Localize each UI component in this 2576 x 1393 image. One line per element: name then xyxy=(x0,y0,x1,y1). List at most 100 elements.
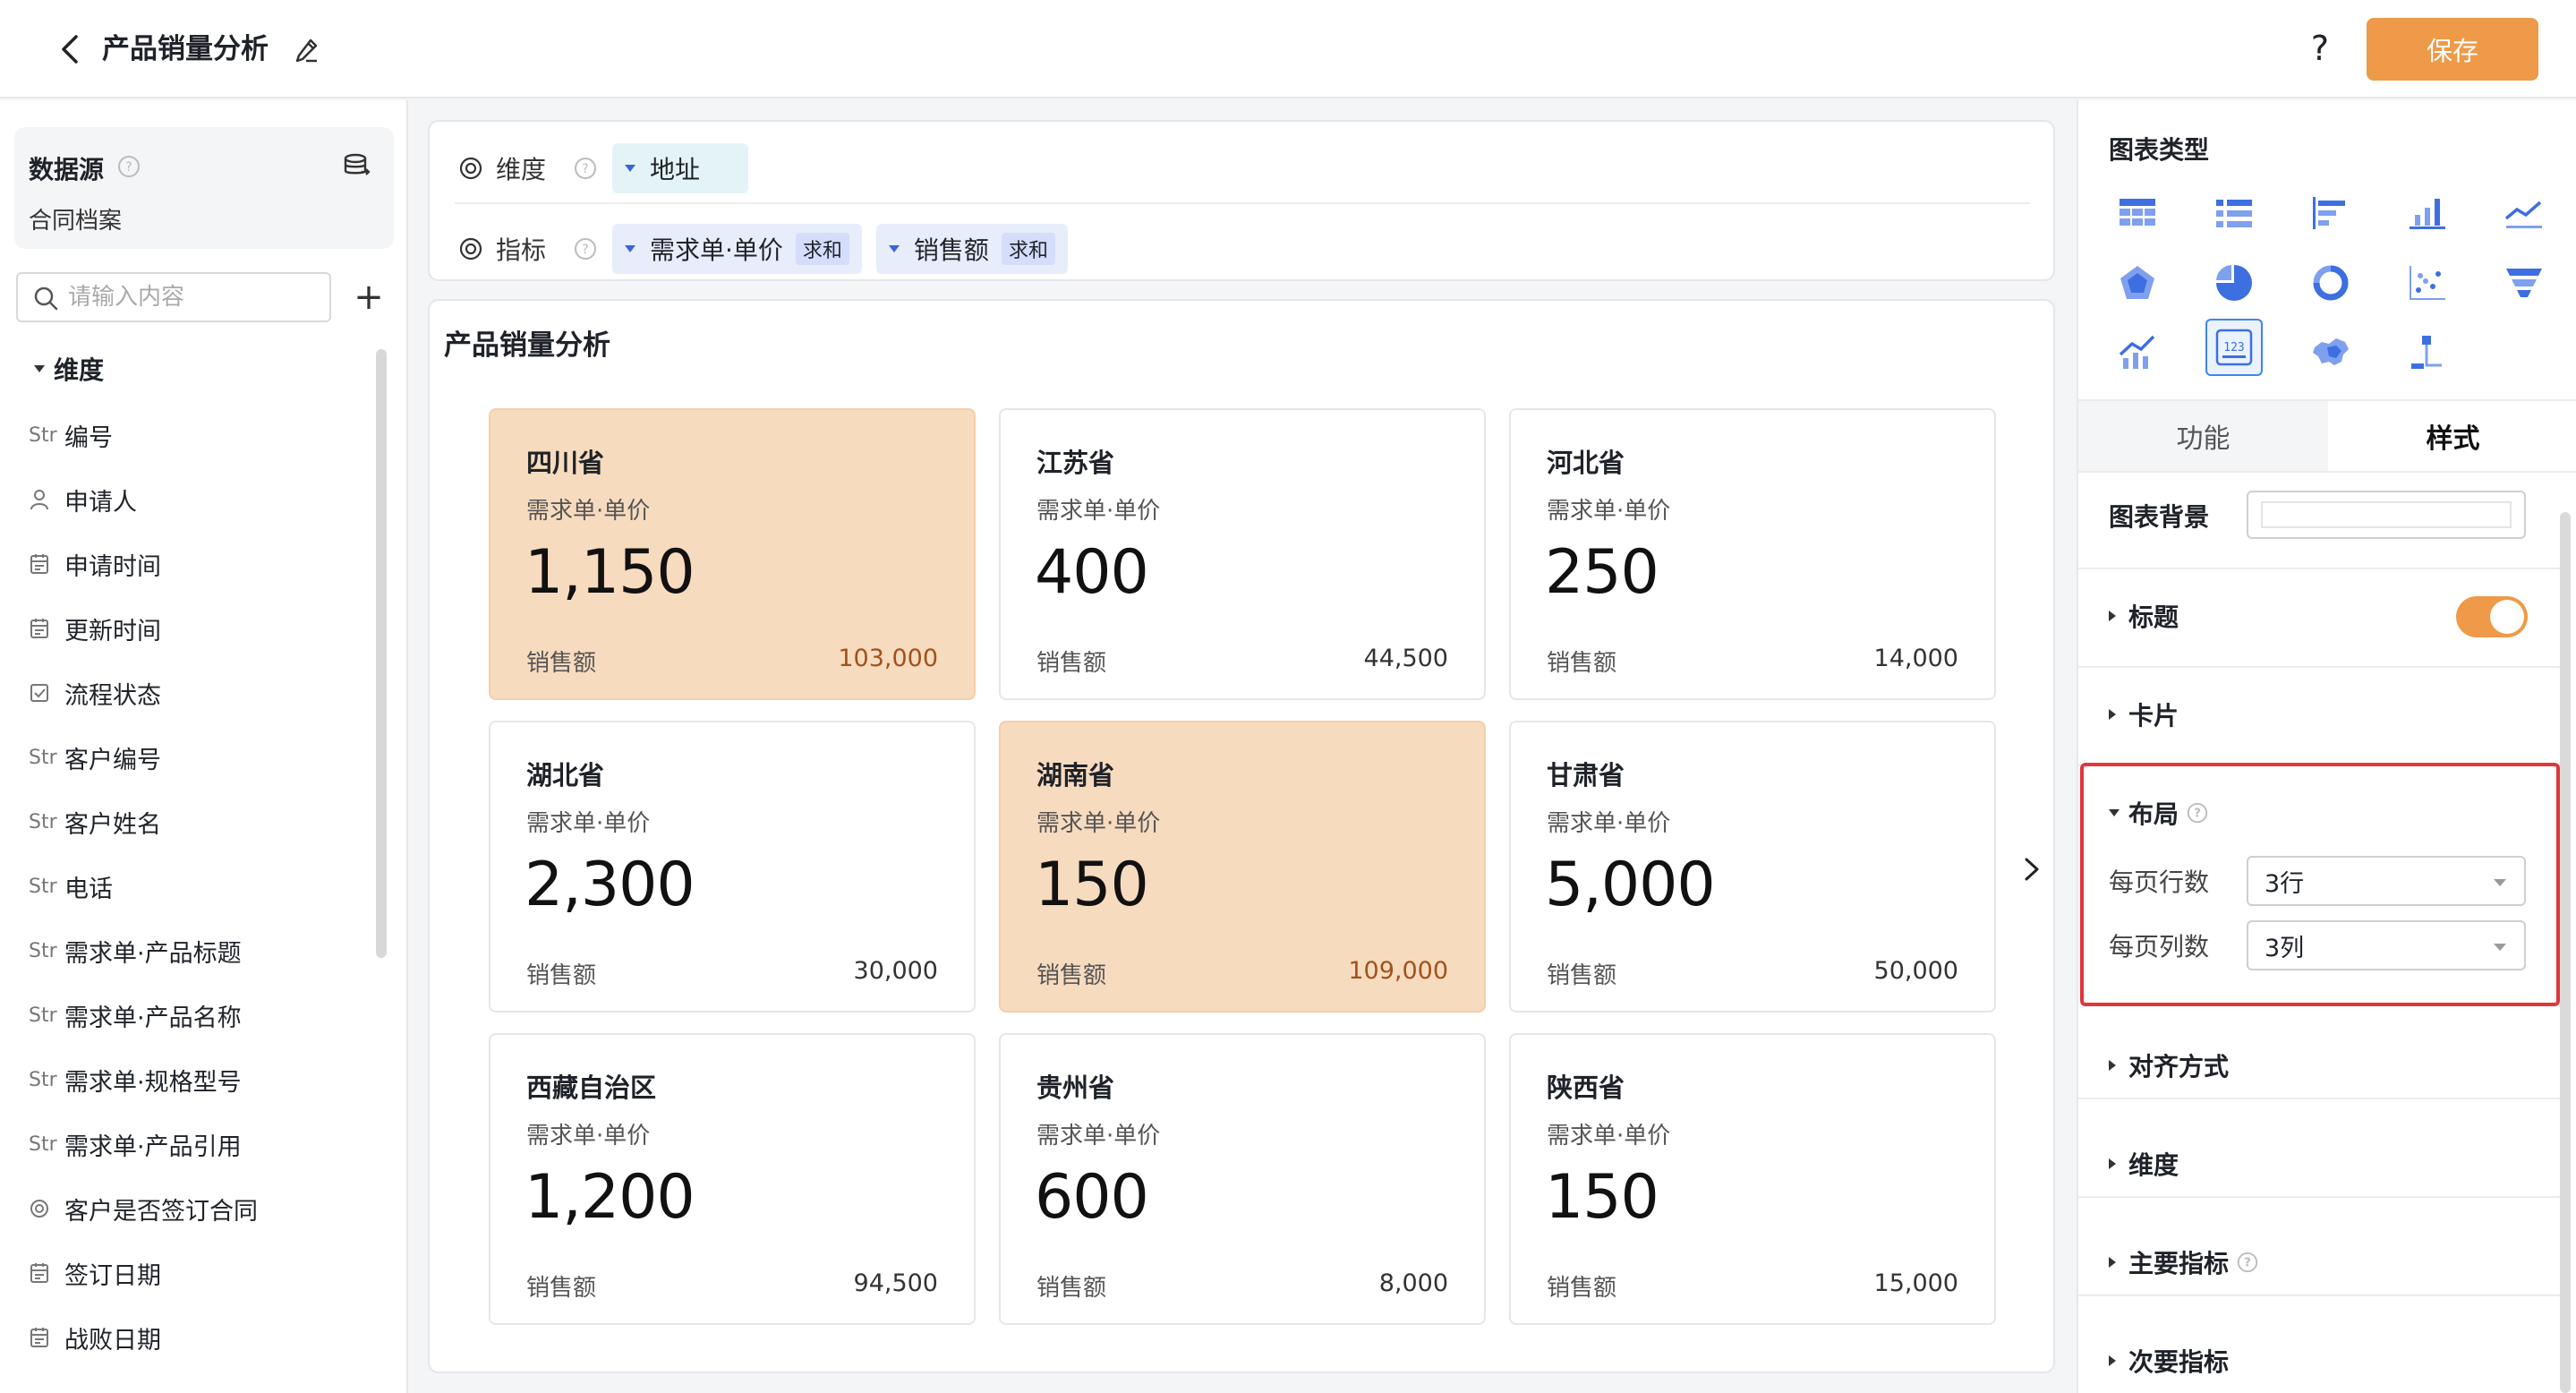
field-item[interactable]: Str 客户编号 xyxy=(29,738,161,777)
field-panel: 数据源 ? 合同档案 + 维度 Str 编号申请人申请时间更新时间流程状态 Str 客… xyxy=(0,100,408,1393)
field-item[interactable]: 战败日期 xyxy=(29,1318,161,1357)
field-item[interactable]: Str 电话 xyxy=(29,867,113,906)
field-item[interactable]: Str 需求单·规格型号 xyxy=(29,1060,242,1099)
caret-right-icon xyxy=(2109,1355,2116,1366)
divider xyxy=(2078,1196,2562,1198)
chart-type-column[interactable] xyxy=(2399,184,2456,242)
help-button[interactable]: ? xyxy=(2302,28,2338,69)
field-label: 申请人 xyxy=(64,488,137,517)
tab-style[interactable]: 样式 xyxy=(2328,401,2576,471)
tab-function[interactable]: 功能 xyxy=(2078,401,2328,471)
section-layout[interactable]: 布局 ? xyxy=(2109,795,2209,831)
question-icon[interactable]: ? xyxy=(2186,801,2209,825)
chart-type-radar[interactable] xyxy=(2109,254,2166,312)
field-item[interactable]: Str 需求单·产品标题 xyxy=(29,931,242,970)
card-primary-label: 需求单·单价 xyxy=(526,1123,651,1149)
field-item[interactable]: 更新时间 xyxy=(29,609,161,648)
section-dimension-label: 维度 xyxy=(2128,1150,2179,1180)
card-secondary-value: 8,000 xyxy=(1378,1269,1448,1297)
section-align[interactable]: 对齐方式 xyxy=(2109,1047,2229,1083)
caret-down-icon xyxy=(2109,809,2120,816)
section-main-metric-label: 主要指标 xyxy=(2128,1249,2230,1278)
field-item[interactable]: 客户是否签订合同 xyxy=(29,1189,258,1228)
card-secondary-label: 销售额 xyxy=(526,650,597,677)
config-tabs: 功能 样式 xyxy=(2078,399,2576,473)
field-item[interactable]: 申请时间 xyxy=(29,544,161,584)
chart-type-combo[interactable] xyxy=(2109,324,2166,381)
question-icon[interactable]: ? xyxy=(573,156,598,181)
question-icon[interactable]: ? xyxy=(2236,1251,2259,1274)
rows-per-page-select[interactable]: 3行 xyxy=(2247,856,2526,906)
card-secondary-value: 50,000 xyxy=(1873,957,1958,985)
database-switch-icon[interactable] xyxy=(342,150,372,181)
section-title[interactable]: 标题 xyxy=(2109,598,2179,634)
field-item[interactable]: Str 客户姓名 xyxy=(29,802,161,842)
metric-card[interactable]: 湖北省 需求单·单价 2,300 销售额 30,000 xyxy=(489,721,976,1013)
metric-card[interactable]: 江苏省 需求单·单价 400 销售额 44,500 xyxy=(999,408,1486,700)
field-item[interactable]: Str 需求单·产品名称 xyxy=(29,996,242,1035)
edit-title-icon[interactable] xyxy=(292,34,322,64)
dimension-label: 维度 xyxy=(496,155,547,184)
card-primary-value: 2,300 xyxy=(525,850,695,920)
metric-card[interactable]: 西藏自治区 需求单·单价 1,200 销售额 94,500 xyxy=(489,1033,976,1325)
chart-bg-color-picker[interactable] xyxy=(2247,491,2526,539)
save-button[interactable]: 保存 xyxy=(2367,18,2538,81)
card-dimension: 甘肃省 xyxy=(1547,760,1625,791)
cols-per-page-select[interactable]: 3列 xyxy=(2247,920,2526,970)
dimension-pill[interactable]: 地址 xyxy=(612,143,748,193)
field-item[interactable]: 签订日期 xyxy=(29,1253,161,1293)
dimension-group-header[interactable]: 维度 xyxy=(34,351,104,387)
chart-type-donut[interactable] xyxy=(2302,254,2359,312)
card-primary-label: 需求单·单价 xyxy=(526,498,651,525)
chart-type-line[interactable] xyxy=(2495,184,2553,242)
chart-type-tree[interactable] xyxy=(2399,324,2456,381)
card-primary-label: 需求单·单价 xyxy=(1547,1123,1671,1149)
search-input[interactable] xyxy=(68,279,319,315)
caret-down-icon xyxy=(625,245,635,252)
section-title-label: 标题 xyxy=(2128,602,2179,632)
section-card[interactable]: 卡片 xyxy=(2109,696,2179,732)
title-toggle[interactable] xyxy=(2456,596,2528,637)
chart-type-scatter[interactable] xyxy=(2399,254,2456,312)
next-page-button[interactable] xyxy=(2014,847,2050,892)
question-icon[interactable]: ? xyxy=(116,154,141,179)
chart-type-bar-horizontal[interactable] xyxy=(2302,184,2359,242)
chart-type-map[interactable] xyxy=(2302,324,2359,381)
chart-type-indicator-card[interactable]: 123 xyxy=(2205,319,2263,376)
field-item[interactable]: Str 需求单·产品引用 xyxy=(29,1124,242,1164)
pie-chart-icon xyxy=(2216,265,2252,301)
caret-down-icon xyxy=(888,245,900,252)
metric-card[interactable]: 甘肃省 需求单·单价 5,000 销售额 50,000 xyxy=(1509,721,1996,1013)
add-field-button[interactable]: + xyxy=(351,276,387,319)
section-align-label: 对齐方式 xyxy=(2128,1052,2230,1081)
card-primary-label: 需求单·单价 xyxy=(1547,498,1671,525)
chart-type-list[interactable] xyxy=(2205,184,2263,242)
left-scrollbar[interactable] xyxy=(376,349,387,958)
card-secondary-label: 销售额 xyxy=(1547,1275,1617,1302)
right-scrollbar[interactable] xyxy=(2560,512,2571,1393)
section-main-metric[interactable]: 主要指标 ? xyxy=(2109,1244,2259,1280)
back-button[interactable] xyxy=(52,30,88,68)
field-item[interactable]: Str 编号 xyxy=(29,415,113,455)
card-dimension: 四川省 xyxy=(526,448,605,478)
chevron-left-icon xyxy=(62,35,78,64)
search-icon xyxy=(34,286,58,311)
card-dimension: 西藏自治区 xyxy=(526,1073,657,1103)
field-item[interactable]: 流程状态 xyxy=(29,673,161,713)
metric-card[interactable]: 贵州省 需求单·单价 600 销售额 8,000 xyxy=(999,1033,1486,1325)
question-icon[interactable]: ? xyxy=(573,236,598,261)
metric-card[interactable]: 河北省 需求单·单价 250 销售额 14,000 xyxy=(1509,408,1996,700)
metric-card[interactable]: 四川省 需求单·单价 1,150 销售额 103,000 xyxy=(489,408,976,700)
metric-card[interactable]: 湖南省 需求单·单价 150 销售额 109,000 xyxy=(999,721,1486,1013)
chart-bg-label: 图表背景 xyxy=(2109,502,2210,532)
metric-card[interactable]: 陕西省 需求单·单价 150 销售额 15,000 xyxy=(1509,1033,1996,1325)
chevron-right-icon xyxy=(2025,858,2039,881)
section-dimension[interactable]: 维度 xyxy=(2109,1146,2179,1182)
metric-pill-sales[interactable]: 销售额 求和 xyxy=(875,224,1068,274)
section-secondary-metric[interactable]: 次要指标 xyxy=(2109,1343,2229,1379)
chart-type-funnel[interactable] xyxy=(2495,254,2553,312)
chart-type-table[interactable] xyxy=(2109,184,2166,242)
metric-pill-price[interactable]: 需求单·单价 求和 xyxy=(612,224,862,274)
chart-type-pie[interactable] xyxy=(2205,254,2263,312)
field-item[interactable]: 申请人 xyxy=(29,480,137,519)
